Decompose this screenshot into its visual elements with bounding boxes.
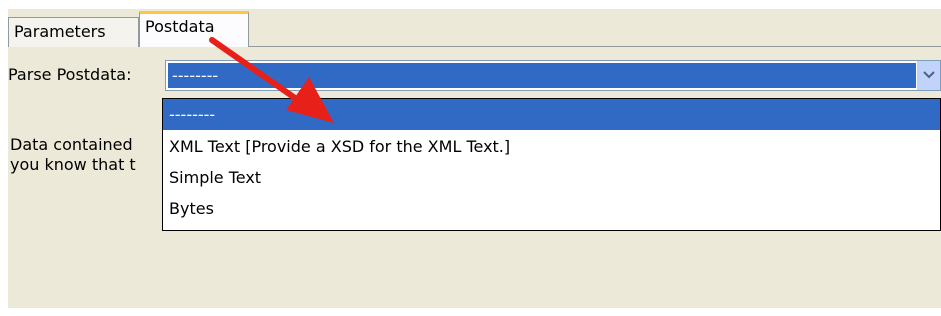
tab-postdata-label: Postdata xyxy=(145,17,215,36)
tab-parameters[interactable]: Parameters xyxy=(8,17,139,47)
description-text: Data contained you know that t xyxy=(10,135,170,175)
description-line-1: Data contained xyxy=(10,135,133,154)
tab-strip: Parameters Postdata xyxy=(8,9,941,47)
dropdown-list: -------- XML Text [Provide a XSD for the… xyxy=(162,98,941,231)
tab-postdata[interactable]: Postdata xyxy=(139,11,249,47)
description-line-2: you know that t xyxy=(10,155,136,174)
postdata-panel: Parameters Postdata Parse Postdata: ----… xyxy=(8,9,941,308)
tab-divider xyxy=(249,46,941,47)
dropdown-option-simple-text[interactable]: Simple Text xyxy=(163,162,940,193)
chevron-down-icon xyxy=(923,71,935,79)
dropdown-option-bytes[interactable]: Bytes xyxy=(163,193,940,224)
dropdown-option-blank[interactable]: -------- xyxy=(163,99,940,130)
tab-parameters-label: Parameters xyxy=(14,22,106,41)
dropdown-option-xml-text[interactable]: XML Text [Provide a XSD for the XML Text… xyxy=(163,131,940,162)
dropdown-button[interactable] xyxy=(917,61,940,90)
parse-postdata-label: Parse Postdata: xyxy=(8,65,132,84)
parse-postdata-select[interactable]: -------- xyxy=(165,60,941,91)
select-current-value: -------- xyxy=(168,63,916,88)
